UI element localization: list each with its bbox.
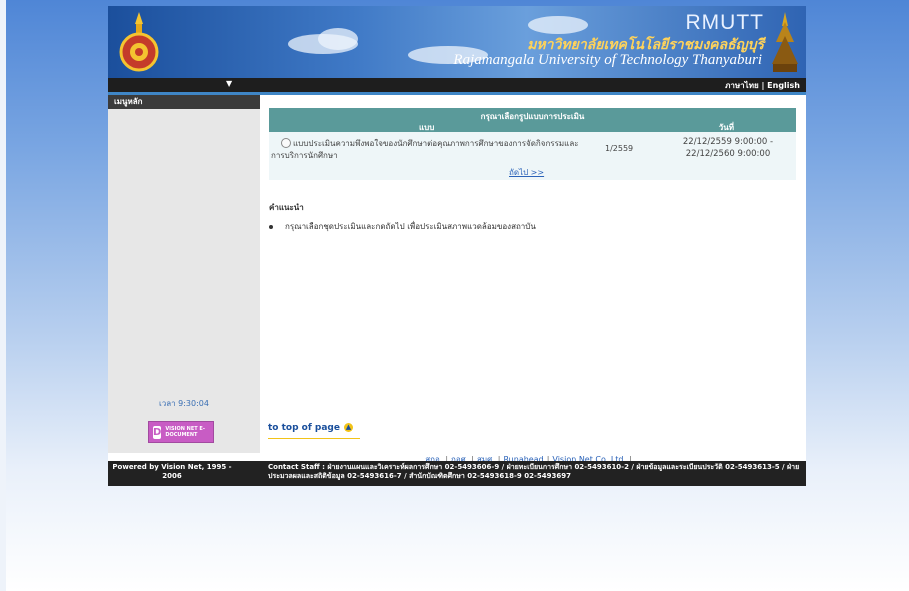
dropdown-arrow-icon[interactable]: ▼ xyxy=(226,79,232,88)
evaluation-table-header: กรุณาเลือกรูปแบบการประเมิน แบบ วันที่ xyxy=(269,108,796,132)
top-nav-bar: ▼ ภาษาไทย | English xyxy=(108,78,806,92)
sidebar: เมนูหลัก เวลา 9:30:04 D VISION NET E-DOC… xyxy=(108,95,260,453)
university-name-english: Rajamangala University of Technology Tha… xyxy=(453,52,762,68)
lang-thai-link[interactable]: ภาษาไทย xyxy=(725,81,759,90)
powered-by: Powered by Vision Net, 1995 - 2006 xyxy=(112,463,232,480)
lang-separator: | xyxy=(761,81,765,90)
university-emblem-icon xyxy=(119,12,159,72)
page-footer: Powered by Vision Net, 1995 - 2006 Conta… xyxy=(108,461,806,486)
pagoda-logo-icon xyxy=(772,12,798,72)
to-top-label: to top of page xyxy=(268,423,340,433)
to-top-underline xyxy=(268,438,360,439)
to-top-link[interactable]: to top of page ▲ xyxy=(268,423,353,433)
term-value: 1/2559 xyxy=(605,144,634,153)
evaluation-prompt: กรุณาเลือกรูปแบบการประเมิน xyxy=(480,112,585,121)
header-banner: RMUTT มหาวิทยาลัยเทคโนโลยีราชมงคลธัญบุรี… xyxy=(108,6,806,78)
arrow-up-icon: ▲ xyxy=(343,423,353,432)
bullet-icon xyxy=(269,224,273,229)
form-select-radio[interactable] xyxy=(281,138,291,148)
cloud-decoration xyxy=(318,28,358,50)
date-start: 22/12/2559 9:00:00 - xyxy=(682,137,774,147)
contact-staff: Contact Staff : ฝ่ายงานแผนและวิเคราะห์ผล… xyxy=(268,463,800,480)
date-range: 22/12/2559 9:00:00 - 22/12/2560 9:00:00 xyxy=(668,136,788,160)
evaluation-table: กรุณาเลือกรูปแบบการประเมิน แบบ วันที่ แบ… xyxy=(269,108,796,180)
advice-text: กรุณาเลือกชุดประเมินและกดถัดไป เพื่อประเ… xyxy=(285,222,536,231)
clock-display: เวลา 9:30:04 xyxy=(158,399,209,408)
form-name: แบบประเมินความพึงพอใจของนักศึกษาต่อคุณภา… xyxy=(271,139,579,160)
table-row: แบบประเมินความพึงพอใจของนักศึกษาต่อคุณภา… xyxy=(269,132,796,180)
page-container: RMUTT มหาวิทยาลัยเทคโนโลยีราชมงคลธัญบุรี… xyxy=(108,6,806,486)
brand-abbreviation: RMUTT xyxy=(685,11,764,34)
language-switcher: ภาษาไทย | English xyxy=(725,79,800,92)
advice-section: คำแนะนำ กรุณาเลือกชุดประเมินและกดถัดไป เ… xyxy=(269,201,536,233)
advice-heading: คำแนะนำ xyxy=(269,203,304,212)
left-edge xyxy=(0,0,6,591)
badge-letter-icon: D xyxy=(153,425,162,439)
sidebar-menu-title: เมนูหลัก xyxy=(108,95,260,109)
main-content: กรุณาเลือกรูปแบบการประเมิน แบบ วันที่ แบ… xyxy=(260,95,806,464)
date-end: 22/12/2560 9:00:00 xyxy=(685,149,771,159)
list-item: กรุณาเลือกชุดประเมินและกดถัดไป เพื่อประเ… xyxy=(269,220,536,233)
next-link[interactable]: ถัดไป >> xyxy=(509,166,544,179)
cloud-decoration xyxy=(528,16,588,34)
badge-text: VISION NET E-DOCUMENT xyxy=(165,426,205,438)
lang-english-link[interactable]: English xyxy=(767,81,800,90)
vision-net-badge[interactable]: D VISION NET E-DOCUMENT xyxy=(148,421,214,443)
